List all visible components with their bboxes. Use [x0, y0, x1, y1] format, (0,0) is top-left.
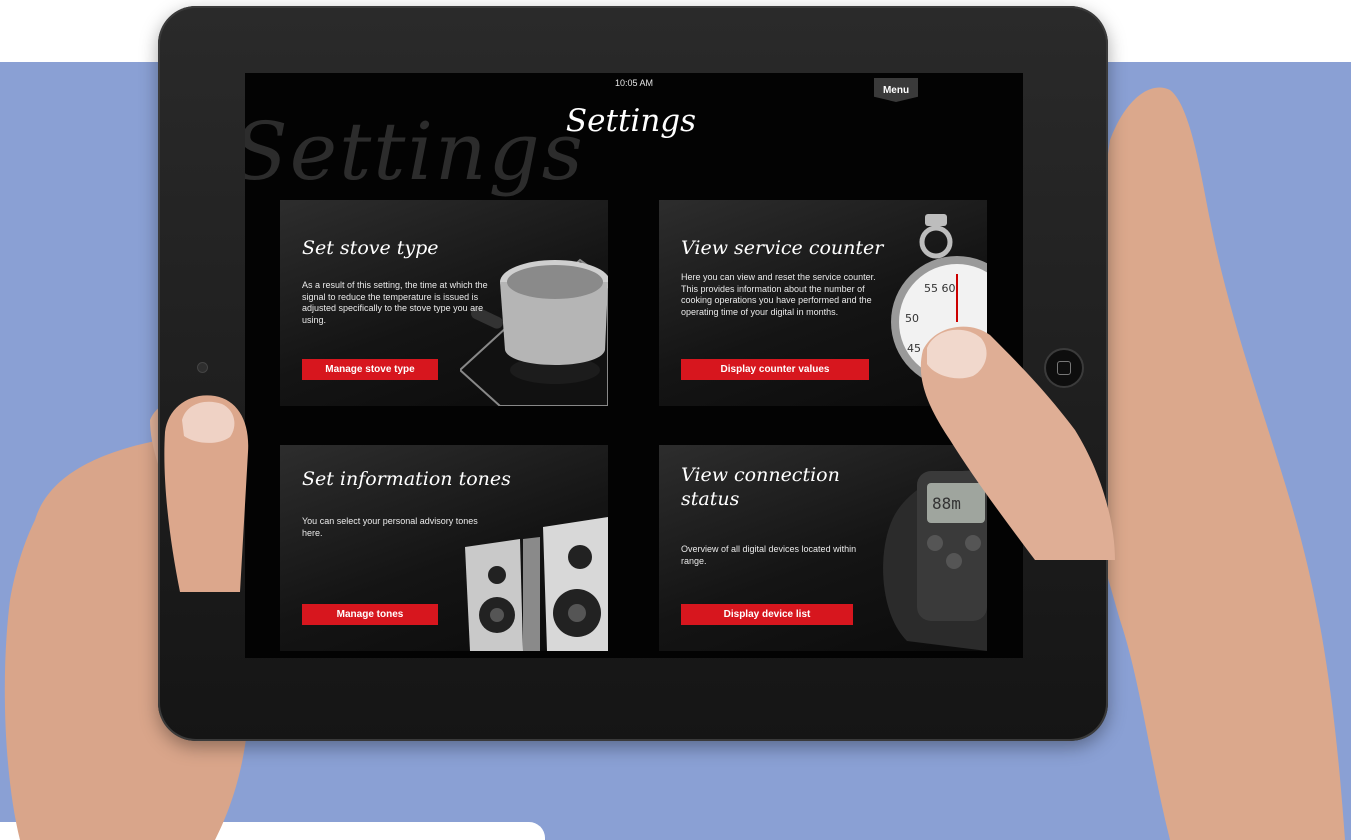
card-set-stove-type: Set stove type As a result of this setti… — [280, 200, 608, 406]
display-counter-values-button[interactable]: Display counter values — [681, 359, 869, 380]
svg-text:55 60: 55 60 — [924, 282, 956, 295]
camera-icon — [197, 362, 208, 373]
card-description: Here you can view and reset the service … — [681, 272, 876, 317]
app-screen: Settings 10:05 AM Menu Settings Set stov… — [245, 73, 1023, 658]
card-description: Overview of all digital devices located … — [681, 544, 857, 566]
menu-button[interactable]: Menu — [874, 78, 918, 102]
card-title: View service counter — [681, 237, 884, 259]
card-title: Set stove type — [302, 237, 439, 259]
card-set-information-tones: Set information tones You can select you… — [280, 445, 608, 651]
card-title: View connection status — [681, 464, 840, 510]
card-description: You can select your personal advisory to… — [302, 516, 478, 538]
manage-stove-type-button[interactable]: Manage stove type — [302, 359, 438, 380]
display-device-list-button[interactable]: Display device list — [681, 604, 853, 625]
card-title: Set information tones — [302, 468, 511, 490]
speakers-icon — [465, 517, 608, 651]
page-title: Settings — [565, 103, 697, 139]
right-thumb — [920, 326, 1115, 560]
left-thumb — [164, 395, 249, 592]
right-hand — [1080, 87, 1345, 840]
card-description: As a result of this setting, the time at… — [302, 280, 488, 325]
manage-tones-button[interactable]: Manage tones — [302, 604, 438, 625]
